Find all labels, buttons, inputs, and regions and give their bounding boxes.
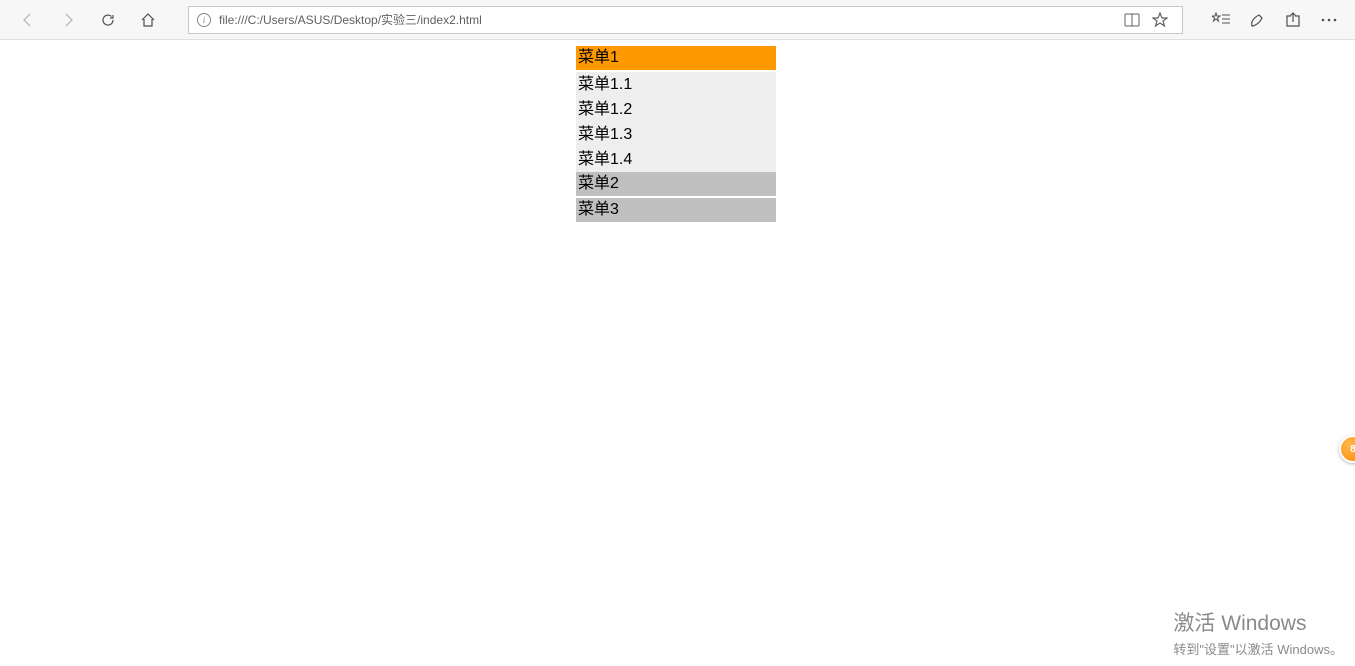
info-icon[interactable]: i xyxy=(197,13,211,27)
page-viewport: 菜单1 菜单1.1 菜单1.2 菜单1.3 菜单1.4 菜单2 菜单3 激活 W… xyxy=(0,40,1355,666)
menu-label: 菜单1.1 xyxy=(578,76,632,93)
menu-item-3[interactable]: 菜单3 xyxy=(576,198,776,222)
watermark-subtitle: 转到"设置"以激活 Windows。 xyxy=(1173,639,1343,658)
menu-label: 菜单1 xyxy=(578,49,619,66)
accordion-menu: 菜单1 菜单1.1 菜单1.2 菜单1.3 菜单1.4 菜单2 菜单3 xyxy=(576,46,776,224)
share-icon[interactable] xyxy=(1275,4,1311,36)
favorites-list-icon[interactable] xyxy=(1203,4,1239,36)
toolbar-right xyxy=(1203,4,1347,36)
menu-label: 菜单3 xyxy=(578,201,619,218)
menu-item-1[interactable]: 菜单1 xyxy=(576,46,776,70)
submenu-item-1-4[interactable]: 菜单1.4 xyxy=(576,147,776,172)
watermark-title: 激活 Windows xyxy=(1173,607,1343,637)
submenu-item-1-2[interactable]: 菜单1.2 xyxy=(576,97,776,122)
favorite-star-icon[interactable] xyxy=(1146,6,1174,34)
back-button[interactable] xyxy=(12,4,44,36)
menu-item-2[interactable]: 菜单2 xyxy=(576,172,776,196)
browser-toolbar: i file:///C:/Users/ASUS/Desktop/实验三/inde… xyxy=(0,0,1355,40)
menu-label: 菜单1.4 xyxy=(578,151,632,168)
forward-button[interactable] xyxy=(52,4,84,36)
menu-label: 菜单1.3 xyxy=(578,126,632,143)
submenu-item-1-1[interactable]: 菜单1.1 xyxy=(576,72,776,97)
menu-label: 菜单2 xyxy=(578,175,619,192)
badge-text: 8 xyxy=(1350,444,1355,455)
windows-activation-watermark: 激活 Windows 转到"设置"以激活 Windows。 xyxy=(1173,607,1343,658)
reading-view-icon[interactable] xyxy=(1118,6,1146,34)
submenu-item-1-3[interactable]: 菜单1.3 xyxy=(576,122,776,147)
notes-icon[interactable] xyxy=(1239,4,1275,36)
home-button[interactable] xyxy=(132,4,164,36)
menu-label: 菜单1.2 xyxy=(578,101,632,118)
refresh-button[interactable] xyxy=(92,4,124,36)
address-bar[interactable]: i file:///C:/Users/ASUS/Desktop/实验三/inde… xyxy=(188,6,1183,34)
url-text: file:///C:/Users/ASUS/Desktop/实验三/index2… xyxy=(219,11,1118,28)
floating-badge[interactable]: 8 xyxy=(1339,435,1355,463)
more-icon[interactable] xyxy=(1311,4,1347,36)
